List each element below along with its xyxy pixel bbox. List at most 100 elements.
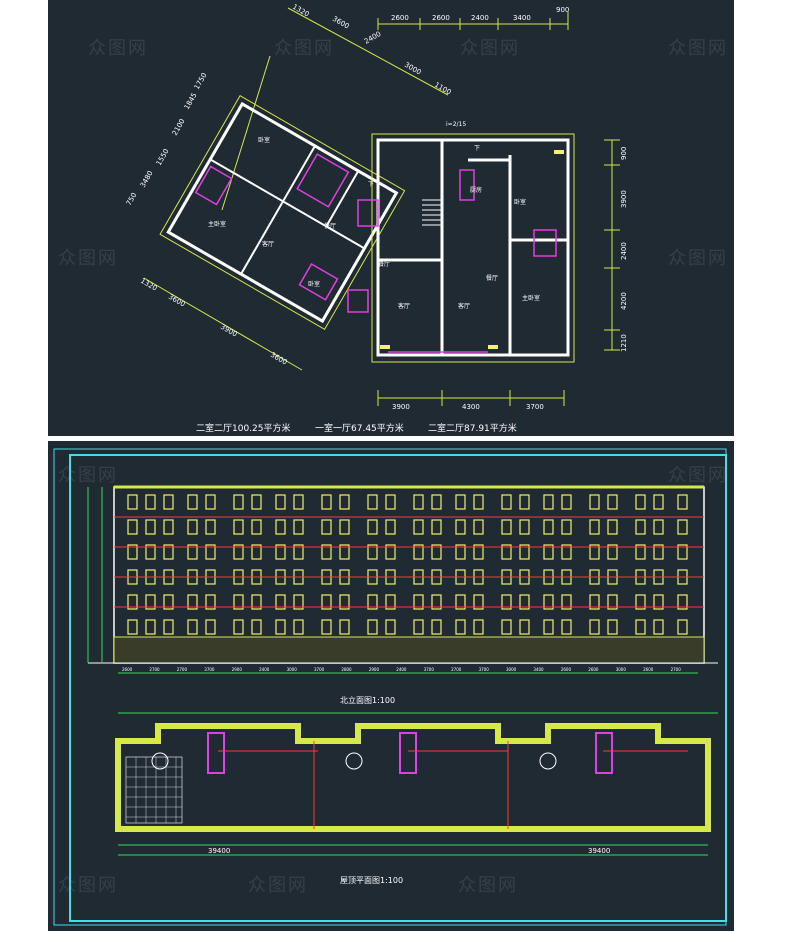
dim-label: 2600 <box>391 14 409 22</box>
elevation-dim-label: 2700 <box>671 667 682 672</box>
elevation-dim-label: 2400 <box>259 667 270 672</box>
dim-label: 3900 <box>392 403 410 411</box>
room-label: 卧室 <box>514 198 526 206</box>
elevation-dim-label: 2600 <box>588 667 599 672</box>
elevation-dim-label: 2600 <box>122 667 133 672</box>
elevation-dim-label: 3000 <box>287 667 298 672</box>
window <box>385 494 396 510</box>
window <box>677 619 688 635</box>
room-label: 主卧室 <box>522 294 540 302</box>
dim-label: 2400 <box>471 14 489 22</box>
window <box>635 619 646 635</box>
down-label: 下 <box>368 181 374 188</box>
room-label: 客厅 <box>262 240 274 248</box>
window <box>455 619 466 635</box>
window <box>367 519 378 535</box>
window <box>233 619 244 635</box>
window <box>589 494 600 510</box>
room-label: 餐厅 <box>324 222 336 230</box>
window <box>339 619 350 635</box>
plan-caption: 二室二厅100.25平方米 <box>196 424 291 434</box>
dim-label: 4200 <box>620 292 628 310</box>
window <box>543 619 554 635</box>
window <box>455 494 466 510</box>
dim-label: 3900 <box>620 190 628 208</box>
plan-caption: 一室一厅67.45平方米 <box>315 424 404 434</box>
window <box>251 494 262 510</box>
window <box>473 519 484 535</box>
dim-label: 1550 <box>155 148 171 167</box>
window <box>187 494 198 510</box>
window <box>413 519 424 535</box>
window <box>519 494 530 510</box>
room-label: 客厅 <box>458 302 470 310</box>
window <box>187 519 198 535</box>
slope-label: i=2/15 <box>446 121 466 128</box>
window <box>607 519 618 535</box>
elevation-dim-label: 2700 <box>451 667 462 672</box>
window <box>589 519 600 535</box>
window <box>653 494 664 510</box>
roof-plan-title: 屋顶平面图1:100 <box>340 876 404 885</box>
dim-label: 3700 <box>526 403 544 411</box>
window <box>385 519 396 535</box>
dim-label: 1845 <box>183 92 199 111</box>
room-label: 厨房 <box>470 186 482 194</box>
room-label: 卧室 <box>308 280 320 288</box>
roof-total-dim: 39400 <box>208 847 230 855</box>
window <box>205 519 216 535</box>
window <box>635 519 646 535</box>
window <box>677 519 688 535</box>
window <box>635 494 646 510</box>
facade-windows <box>127 494 688 635</box>
window <box>607 619 618 635</box>
room-label: 餐厅 <box>486 274 498 282</box>
dim-label: 3400 <box>513 14 531 22</box>
elevation-dim-label: 3400 <box>533 667 544 672</box>
elevation-panel: 众图网 众图网 众图网 众图网 众图网 2600 2700 2700 3700 2900… <box>48 441 734 931</box>
dim-label: 900 <box>620 147 628 160</box>
elevation-title: 北立面图1:100 <box>340 696 396 705</box>
window <box>543 519 554 535</box>
floor-plan-panel: 众图网 众图网 众图网 众图网 众图网 众图网 2600 2600 2400 3… <box>48 0 734 436</box>
window <box>367 619 378 635</box>
window <box>321 519 332 535</box>
window <box>519 619 530 635</box>
window <box>501 519 512 535</box>
window <box>543 494 554 510</box>
dim-label: 1320 <box>139 277 158 293</box>
elevation-dim-label: 2700 <box>177 667 188 672</box>
dim-label: 3480 <box>139 170 155 189</box>
window <box>321 619 332 635</box>
window <box>339 494 350 510</box>
window <box>145 494 156 510</box>
window <box>163 519 174 535</box>
window <box>275 619 286 635</box>
roof-plan <box>115 712 718 856</box>
dim-label: 3600 <box>331 15 350 31</box>
elevation-dim-label: 3700 <box>314 667 325 672</box>
window <box>677 494 688 510</box>
window <box>431 619 442 635</box>
dim-label: 1210 <box>620 334 628 352</box>
dim-label: 3900 <box>219 323 238 339</box>
dim-label: 3000 <box>403 61 422 77</box>
window <box>561 619 572 635</box>
window <box>431 519 442 535</box>
window <box>501 494 512 510</box>
window <box>127 619 138 635</box>
window <box>413 494 424 510</box>
dim-label: 3600 <box>167 293 186 309</box>
window <box>455 519 466 535</box>
elevation-dim-label: 2900 <box>232 667 243 672</box>
dim-label: 900 <box>556 6 569 14</box>
dim-label: 3600 <box>269 351 288 367</box>
elevation-dim-label: 3700 <box>204 667 215 672</box>
dim-label: 2100 <box>171 118 187 137</box>
plan-caption: 二室二厅87.91平方米 <box>428 424 517 434</box>
window <box>275 494 286 510</box>
window <box>251 519 262 535</box>
north-facade <box>88 485 718 664</box>
window <box>385 619 396 635</box>
window <box>205 619 216 635</box>
